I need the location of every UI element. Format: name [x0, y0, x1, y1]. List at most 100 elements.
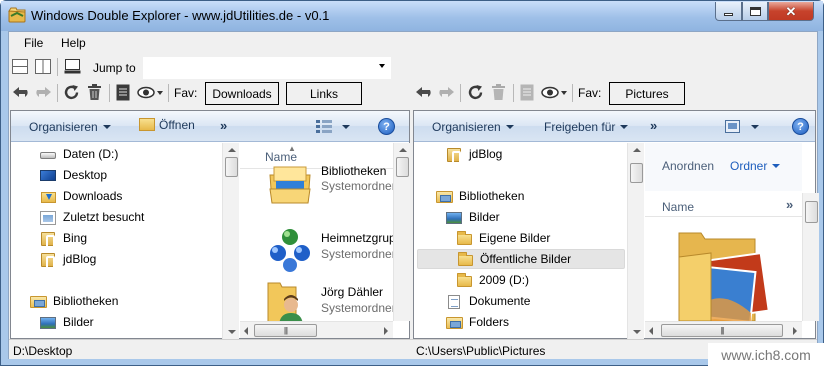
jump-to-label: Jump to	[93, 61, 136, 75]
scroll-right-icon[interactable]	[384, 327, 388, 335]
change-view-icon[interactable]	[316, 119, 332, 134]
share-with-button[interactable]: Freigeben für	[544, 120, 629, 134]
left-tree-scrollbar[interactable]	[222, 143, 239, 340]
tree-item-2009-d[interactable]: 2009 (D:)	[456, 270, 529, 290]
view-dropdown-icon[interactable]	[342, 125, 350, 129]
properties-icon[interactable]	[116, 84, 130, 101]
right-tree-scrollbar[interactable]	[627, 143, 644, 340]
favorite-link-icon	[40, 252, 57, 269]
chevron-down-icon	[102, 125, 111, 129]
view-dropdown-icon[interactable]	[751, 125, 759, 129]
chevron-down-icon	[620, 125, 629, 129]
help-icon[interactable]: ?	[792, 118, 809, 135]
column-header-row: Name »	[645, 193, 802, 217]
scroll-up-icon[interactable]	[633, 148, 641, 152]
fav-pictures-button[interactable]: Pictures	[609, 82, 685, 105]
separator	[57, 58, 58, 76]
scroll-right-icon[interactable]	[793, 327, 797, 335]
folder-icon	[457, 251, 474, 267]
left-file-list: Name ▲ Bibliotheken Systemordner Heimnet…	[240, 143, 393, 321]
change-view-icon[interactable]	[725, 120, 740, 133]
favorite-link-icon	[446, 147, 463, 164]
scroll-thumb[interactable]: |||	[661, 324, 783, 337]
left-list-horizontal-scrollbar[interactable]: |||	[240, 321, 393, 338]
scroll-thumb[interactable]	[396, 157, 409, 177]
scroll-up-icon[interactable]	[399, 148, 407, 152]
favorite-link-icon	[40, 231, 57, 248]
scroll-thumb[interactable]	[805, 201, 818, 223]
drive-icon	[40, 147, 57, 162]
refresh-icon[interactable]	[63, 84, 80, 101]
organize-button[interactable]: Organisieren	[432, 120, 514, 134]
back-icon[interactable]	[12, 85, 30, 100]
right-navigation-tree: jdBlog Bibliotheken Bilder Eigene Bilder…	[414, 143, 627, 340]
forward-icon[interactable]	[34, 85, 52, 100]
split-horizontal-icon[interactable]	[12, 59, 28, 74]
right-list-vertical-scrollbar[interactable]	[802, 193, 819, 321]
maximize-button[interactable]	[742, 2, 768, 21]
delete-icon[interactable]	[491, 84, 506, 101]
scroll-thumb[interactable]	[225, 157, 238, 177]
forward-icon[interactable]	[437, 85, 455, 100]
view-eye-icon[interactable]	[137, 85, 163, 100]
jump-to-input[interactable]	[143, 57, 391, 79]
scroll-thumb[interactable]: |||	[254, 324, 317, 337]
jump-to-dropdown-icon[interactable]	[379, 64, 385, 68]
tree-item-desktop[interactable]: Desktop	[40, 165, 107, 185]
more-commands-button[interactable]: »	[650, 118, 657, 133]
scroll-thumb[interactable]	[630, 163, 643, 183]
properties-icon[interactable]	[520, 84, 534, 101]
right-explorer-pane: Organisieren Freigeben für » ? jdBlog Bi…	[413, 110, 819, 340]
more-commands-button[interactable]: »	[220, 118, 227, 133]
open-button[interactable]: Öffnen	[139, 118, 195, 132]
scroll-down-icon[interactable]	[228, 330, 236, 334]
scroll-up-icon[interactable]	[228, 148, 236, 152]
delete-icon[interactable]	[87, 84, 102, 101]
tree-item-jdblog[interactable]: jdBlog	[40, 249, 96, 269]
left-explorer-pane: Organisieren Öffnen » ? Daten (D:) Deskt…	[10, 110, 410, 340]
scroll-left-icon[interactable]	[649, 327, 653, 335]
menu-bar: File Help	[9, 32, 817, 54]
menu-file[interactable]: File	[24, 36, 43, 50]
back-icon[interactable]	[415, 85, 433, 100]
more-columns-button[interactable]: »	[786, 197, 793, 212]
tree-item-folders[interactable]: Folders	[446, 312, 509, 332]
arrange-by-dropdown[interactable]: Ordner	[730, 159, 781, 173]
close-icon: ✕	[785, 3, 797, 19]
libraries-icon	[30, 294, 47, 309]
tree-item-bilder[interactable]: Bilder	[40, 312, 94, 332]
refresh-icon[interactable]	[467, 84, 484, 101]
view-eye-icon[interactable]	[541, 85, 567, 100]
watermark: www.ich8.com	[708, 343, 824, 366]
tree-item-bibliotheken[interactable]: Bibliotheken	[436, 186, 524, 206]
tree-item-dokumente[interactable]: Dokumente	[446, 291, 530, 311]
chevron-down-icon	[772, 164, 781, 168]
title-bar[interactable]: Windows Double Explorer - www.jdUtilitie…	[1, 1, 823, 31]
close-button[interactable]: ✕	[768, 2, 814, 21]
menu-help[interactable]: Help	[61, 36, 86, 50]
scroll-down-icon[interactable]	[633, 330, 641, 334]
minimize-button[interactable]	[715, 2, 742, 21]
tree-item-zuletzt-besucht[interactable]: Zuletzt besucht	[40, 207, 144, 227]
fav-downloads-button[interactable]: Downloads	[205, 82, 279, 105]
split-vertical-icon[interactable]	[35, 59, 51, 74]
fav-links-button[interactable]: Links	[286, 82, 362, 105]
help-icon[interactable]: ?	[378, 118, 395, 135]
tree-item-oeffentliche-bilder-selected[interactable]: Öffentliche Bilder	[417, 249, 625, 269]
main-window: Windows Double Explorer - www.jdUtilitie…	[0, 0, 824, 366]
tree-item-bilder[interactable]: Bilder	[446, 207, 500, 227]
downloads-folder-icon	[40, 189, 57, 204]
tree-item-downloads[interactable]: Downloads	[40, 186, 122, 206]
tree-item-daten-d[interactable]: Daten (D:)	[40, 144, 118, 164]
tree-item-bing[interactable]: Bing	[40, 228, 87, 248]
tree-item-jdblog[interactable]: jdBlog	[446, 144, 502, 164]
name-column-header[interactable]: Name	[662, 200, 694, 214]
organize-button[interactable]: Organisieren	[29, 120, 111, 134]
right-list-horizontal-scrollbar[interactable]: |||	[645, 321, 802, 338]
left-list-vertical-scrollbar[interactable]	[393, 143, 410, 321]
single-pane-icon[interactable]	[64, 59, 81, 74]
tree-item-eigene-bilder[interactable]: Eigene Bilder	[456, 228, 550, 248]
window-title: Windows Double Explorer - www.jdUtilitie…	[31, 8, 330, 23]
scroll-left-icon[interactable]	[244, 327, 248, 335]
tree-item-bibliotheken[interactable]: Bibliotheken	[30, 291, 118, 311]
